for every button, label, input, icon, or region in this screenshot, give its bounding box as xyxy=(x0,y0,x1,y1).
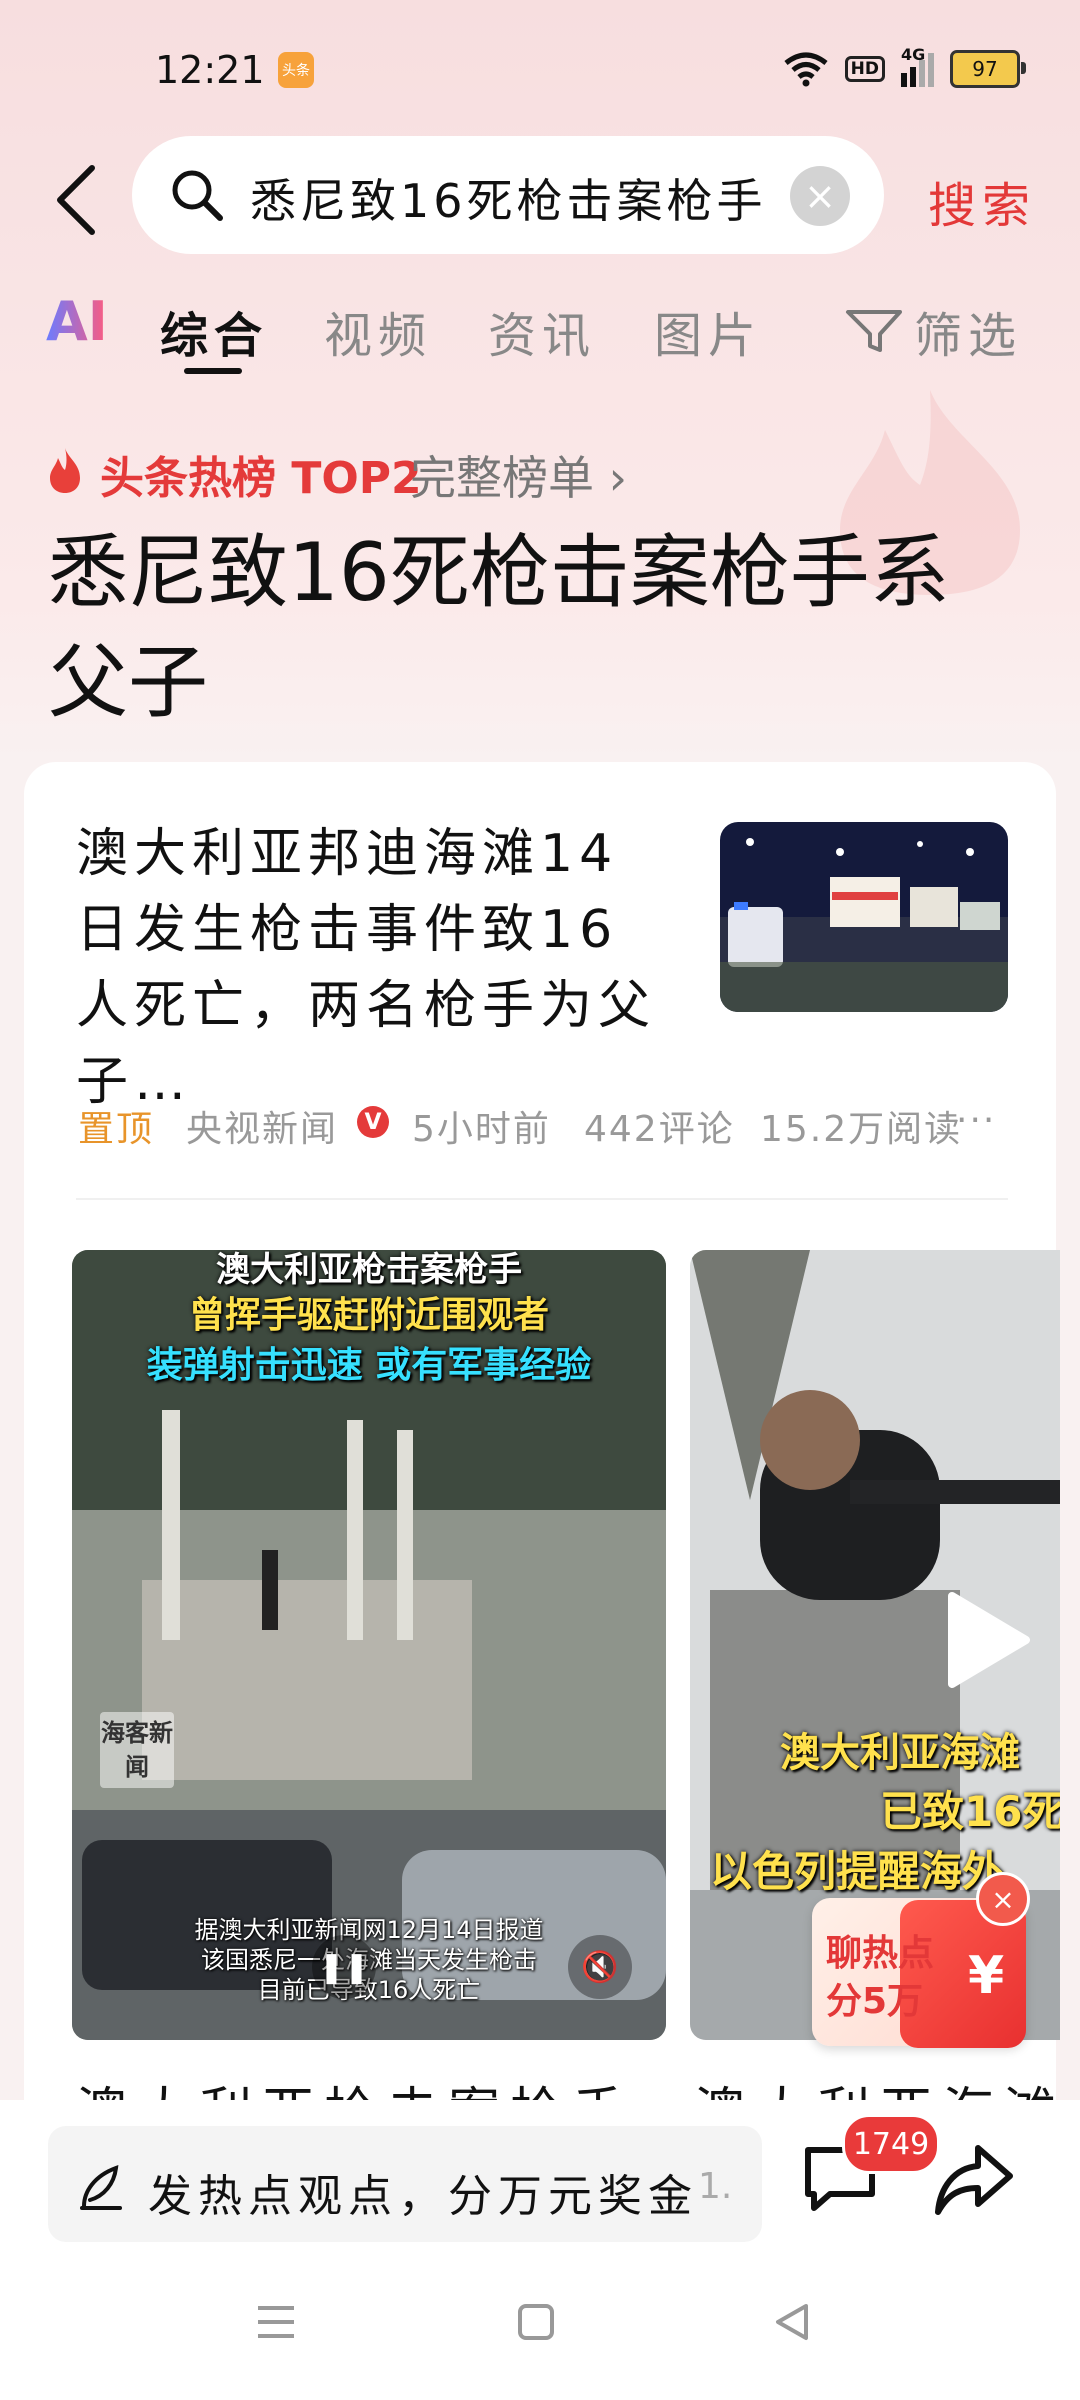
article-title[interactable]: 澳大利亚邦迪海滩14日发生枪击事件致16人死亡，两名枪手为父子… xyxy=(76,816,676,1120)
mute-icon[interactable]: 🔇 xyxy=(568,1935,632,1999)
signal-icon: 4G xyxy=(901,45,934,87)
search-query[interactable]: 悉尼致16死枪击案枪手 xyxy=(250,165,767,231)
comment-trailing-text: 1. xyxy=(698,2166,733,2207)
menu-icon[interactable] xyxy=(254,2302,298,2342)
home-icon[interactable] xyxy=(516,2302,556,2342)
tab-active-indicator xyxy=(184,368,242,374)
tab-ai[interactable]: AI xyxy=(46,290,108,353)
video-watermark: 海客新闻 xyxy=(100,1712,174,1788)
close-icon[interactable]: × xyxy=(976,1872,1030,1926)
promo-text[interactable]: 聊热点分5万 xyxy=(826,1930,946,2026)
pause-icon[interactable]: ❚❚ xyxy=(312,1935,376,1999)
comment-placeholder[interactable]: 发热点观点，分万元奖金 xyxy=(148,2160,698,2224)
pen-icon xyxy=(80,2165,122,2210)
more-options-icon[interactable]: ··· xyxy=(956,1100,996,1141)
yen-icon: ¥ xyxy=(968,1946,1005,2006)
tab-news[interactable]: 资讯 xyxy=(488,296,596,366)
article-time: 5小时前 xyxy=(412,1109,551,1150)
back-nav-icon[interactable] xyxy=(772,2302,812,2342)
video-overlay-line: 装弹射击迅速 或有军事经验 xyxy=(146,1345,592,1386)
search-icon xyxy=(172,170,223,221)
article-reads: 15.2万阅读 xyxy=(760,1109,963,1150)
full-list-link[interactable]: 完整榜单 › xyxy=(410,442,627,508)
article-thumbnail[interactable] xyxy=(720,822,1008,1012)
divider xyxy=(76,1198,1008,1200)
share-icon[interactable] xyxy=(932,2140,1016,2220)
comment-count-badge: 1749 xyxy=(842,2114,940,2174)
status-time: 12:21 xyxy=(155,48,265,92)
article-comments: 442评论 xyxy=(584,1109,735,1150)
video-overlay-line: 澳大利亚枪击案枪手 xyxy=(216,1250,522,1290)
pinned-label: 置顶 xyxy=(78,1109,155,1150)
page-headline[interactable]: 悉尼致16死枪击案枪手系父子 xyxy=(48,518,1008,738)
article-source[interactable]: 央视新闻 xyxy=(186,1100,338,1152)
wifi-icon xyxy=(784,52,828,87)
tab-video[interactable]: 视频 xyxy=(324,296,432,366)
video-tile[interactable]: 澳大利亚枪击案枪手 曾挥手驱赶附近围观者 装弹射击迅速 或有军事经验 海客新闻 … xyxy=(72,1250,666,2040)
filter-label: 筛选 xyxy=(914,308,1023,364)
play-icon[interactable] xyxy=(942,1590,1032,1690)
clear-icon[interactable]: × xyxy=(790,166,850,226)
filter-icon xyxy=(846,310,902,352)
network-label: 4G xyxy=(901,45,926,64)
toutiao-app-icon: 头条 xyxy=(278,52,314,88)
verified-badge: V xyxy=(357,1106,389,1138)
hd-badge: HD xyxy=(844,56,885,82)
flame-icon xyxy=(50,448,80,493)
battery-indicator: 97 xyxy=(950,50,1026,88)
video-overlay-line: 曾挥手驱赶附近围观者 xyxy=(188,1295,549,1336)
hot-list-label[interactable]: 头条热榜 TOP2 xyxy=(100,442,422,506)
search-button[interactable]: 搜索 xyxy=(928,166,1036,236)
video-overlay-line: 澳大利亚海滩 xyxy=(780,1730,1020,1776)
status-icons: HD 4G 97 xyxy=(783,45,1026,88)
filter-button[interactable]: 筛选 xyxy=(844,296,1022,366)
tab-images[interactable]: 图片 xyxy=(654,296,762,366)
back-icon[interactable] xyxy=(48,160,108,240)
tab-comprehensive[interactable]: 综合 xyxy=(160,296,268,366)
video-overlay-line: 已致16死 xyxy=(880,1787,1060,1836)
video-overlay-line: 以色列提醒海外 xyxy=(710,1847,1005,1896)
